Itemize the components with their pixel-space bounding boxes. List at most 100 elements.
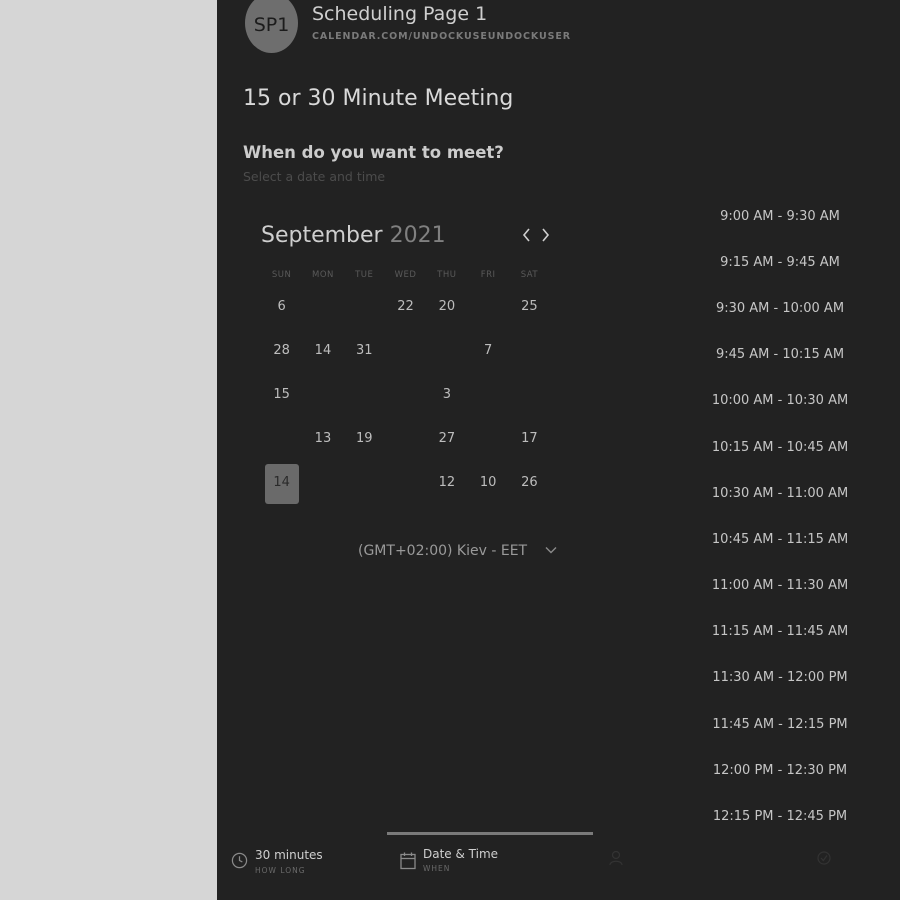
calendar-day-number: 7 (483, 342, 493, 358)
calendar-day[interactable]: 7 (467, 328, 508, 372)
time-slot-button[interactable]: 11:00 AM - 11:30 AM (705, 563, 855, 609)
calendar-day-number: 26 (521, 474, 538, 490)
calendar-day-number: 19 (355, 430, 373, 446)
calendar-day[interactable]: 31 (344, 328, 385, 372)
calendar-day (509, 328, 550, 372)
step-label: 30 minutes (255, 848, 323, 862)
timezone-dropdown-toggle[interactable] (545, 542, 557, 558)
calendar-day-selected[interactable]: 14 (261, 460, 302, 504)
calendar-day-number: 13 (314, 430, 332, 446)
scheduling-panel: SP1 Scheduling Page 1 CALENDAR.COM/UNDOC… (217, 0, 900, 900)
calendar-day (467, 284, 508, 328)
calendar-day[interactable]: 12 (426, 460, 467, 504)
calendar-day (385, 460, 426, 504)
time-slot-button[interactable]: 9:15 AM - 9:45 AM (705, 239, 855, 285)
calendar-day-number: 6 (277, 298, 286, 314)
month-title: September 2021 (261, 223, 446, 248)
calendar-day[interactable]: 22 (385, 284, 426, 328)
calendar-day[interactable]: 13 (302, 416, 343, 460)
calendar-day (344, 372, 385, 416)
calendar-day (344, 284, 385, 328)
chevron-down-icon (545, 547, 557, 554)
calendar-day[interactable]: 17 (509, 416, 550, 460)
step-footer: 30 minutes HOW LONG Date & Time WHEN (217, 830, 900, 900)
user-icon (609, 850, 623, 866)
avatar-initials: SP1 (253, 13, 290, 36)
time-slot-button[interactable]: 9:45 AM - 10:15 AM (705, 332, 855, 378)
calendar-day[interactable]: 10 (467, 460, 508, 504)
step-details[interactable] (609, 830, 729, 900)
time-slot-button[interactable]: 10:30 AM - 11:00 AM (705, 470, 855, 516)
calendar-day-number: 22 (397, 298, 414, 314)
time-slot-button[interactable]: 9:00 AM - 9:30 AM (705, 193, 855, 239)
calendar-day-number: 10 (479, 474, 497, 490)
weekday-label: SUN (271, 270, 292, 280)
calendar-week-row: 13 19 27 17 (261, 416, 550, 460)
calendar-day-number: 12 (438, 474, 456, 490)
calendar-day-number: 27 (438, 430, 456, 446)
calendar-day (426, 328, 467, 372)
time-slot-button[interactable]: 11:45 AM - 12:15 PM (705, 701, 855, 747)
weekday-label: TUE (355, 270, 374, 280)
calendar-day-number: 15 (273, 386, 290, 402)
time-slot-button[interactable]: 10:15 AM - 10:45 AM (705, 424, 855, 470)
calendar-day-number: 20 (438, 298, 456, 314)
calendar-day-number: 25 (521, 298, 538, 314)
weekday-header: SUN MON TUE WED THU FRI SAT (261, 270, 550, 280)
calendar-day (302, 372, 343, 416)
calendar-day[interactable]: 28 (261, 328, 302, 372)
calendar-day[interactable]: 25 (509, 284, 550, 328)
calendar-day[interactable]: 26 (509, 460, 550, 504)
weekday-label: SAT (520, 270, 539, 280)
time-slot-button[interactable]: 10:00 AM - 10:30 AM (705, 378, 855, 424)
event-title: 15 or 30 Minute Meeting (243, 86, 514, 111)
calendar-day[interactable]: 3 (426, 372, 467, 416)
calendar-day-number: 14 (273, 474, 290, 490)
calendar-day (509, 372, 550, 416)
question-heading: When do you want to meet? (243, 143, 504, 162)
time-slot-button[interactable]: 11:15 AM - 11:45 AM (705, 609, 855, 655)
calendar-day (385, 372, 426, 416)
calendar-day (344, 460, 385, 504)
calendar-day-number: 14 (314, 342, 332, 358)
step-date-time[interactable]: Date & Time WHEN (387, 830, 593, 900)
question-subtitle: Select a date and time (243, 169, 386, 184)
chevron-right-icon (541, 228, 549, 242)
time-slot-list: 9:00 AM - 9:30 AM 9:15 AM - 9:45 AM 9:30 A… (705, 193, 855, 840)
calendar-day (467, 416, 508, 460)
calendar-day (467, 372, 508, 416)
weekday-label: MON (312, 270, 334, 280)
next-month-button[interactable] (537, 223, 553, 247)
calendar-day[interactable]: 6 (261, 284, 302, 328)
weekday-label: WED (394, 270, 417, 280)
calendar-day-number: 28 (273, 342, 290, 358)
time-slot-button[interactable]: 12:00 PM - 12:30 PM (705, 747, 855, 793)
calendar-day[interactable]: 20 (426, 284, 467, 328)
step-confirm[interactable] (817, 830, 900, 900)
calendar-day[interactable]: 19 (344, 416, 385, 460)
step-sublabel: HOW LONG (255, 866, 306, 875)
calendar-day (261, 416, 302, 460)
avatar: SP1 (245, 0, 298, 53)
calendar-day[interactable]: 27 (426, 416, 467, 460)
calendar-day[interactable]: 14 (302, 328, 343, 372)
calendar-day-number: 17 (521, 430, 538, 446)
time-slot-button[interactable]: 10:45 AM - 11:15 AM (705, 516, 855, 562)
timezone-select[interactable]: (GMT+02:00) Kiev - EET (358, 543, 527, 559)
prev-month-button[interactable] (518, 223, 534, 247)
calendar-week-row: 15 3 (261, 372, 550, 416)
time-slot-button[interactable]: 9:30 AM - 10:00 AM (705, 285, 855, 331)
calendar-day (385, 416, 426, 460)
calendar-day[interactable]: 15 (261, 372, 302, 416)
step-duration[interactable]: 30 minutes HOW LONG (229, 830, 399, 900)
calendar-day (302, 284, 343, 328)
check-icon (817, 851, 831, 865)
calendar-icon (400, 852, 416, 870)
calendar-day-number: 3 (442, 386, 451, 402)
month-year: 2021 (389, 223, 446, 248)
time-slot-button[interactable]: 11:30 AM - 12:00 PM (705, 655, 855, 701)
calendar-week-row: 28 14 31 7 (261, 328, 550, 372)
weekday-label: FRI (480, 270, 496, 280)
step-sublabel: WHEN (423, 864, 451, 873)
clock-icon (231, 852, 248, 869)
